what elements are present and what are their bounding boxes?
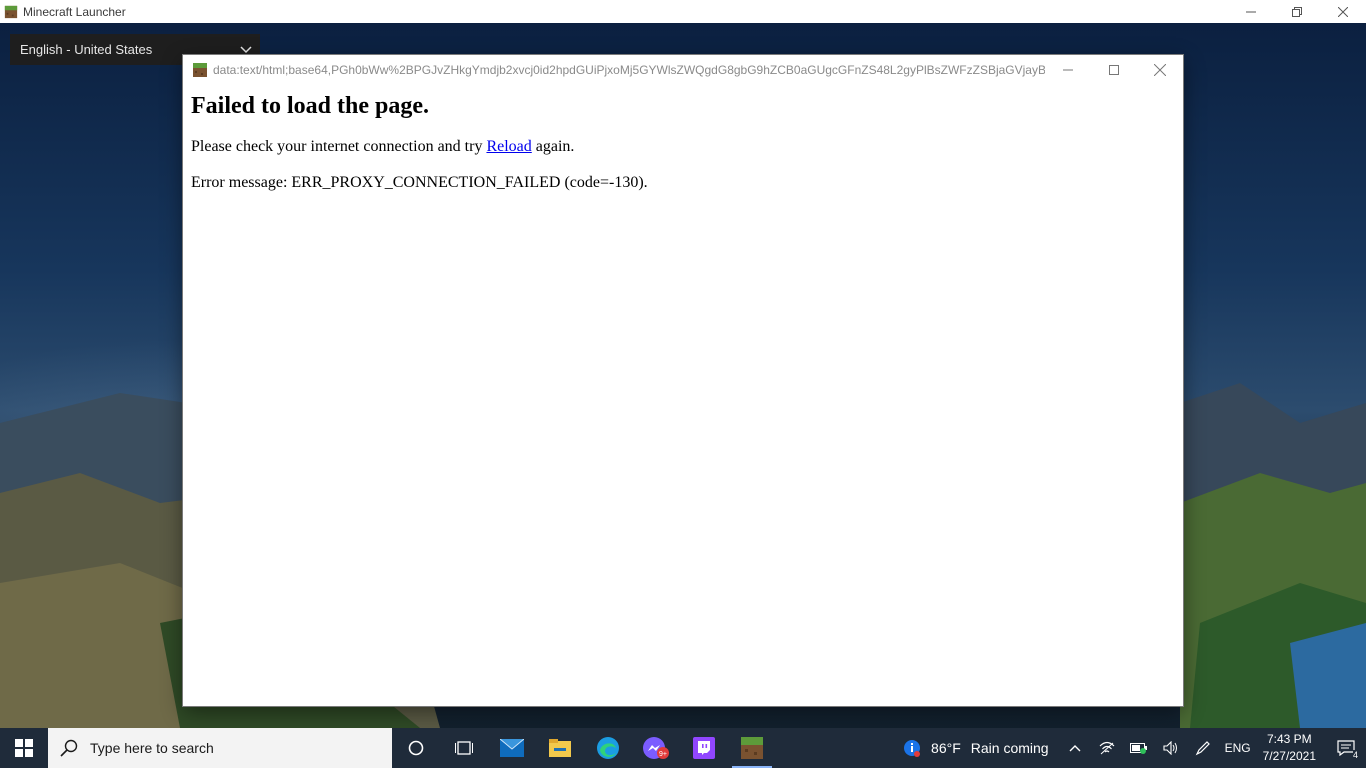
weather-condition: Rain coming bbox=[970, 740, 1049, 756]
window-title: Minecraft Launcher bbox=[23, 4, 126, 19]
pen-icon bbox=[1195, 741, 1210, 756]
clock-date: 7/27/2021 bbox=[1262, 749, 1316, 763]
twitch-button[interactable] bbox=[680, 728, 728, 768]
restore-icon bbox=[1292, 6, 1302, 17]
message-prefix: Please check your internet connection an… bbox=[191, 138, 487, 155]
messenger-badge: 9+ bbox=[659, 751, 667, 758]
twitch-icon bbox=[693, 737, 715, 759]
volume-button[interactable] bbox=[1155, 728, 1187, 768]
error-message: Error message: ERR_PROXY_CONNECTION_FAIL… bbox=[191, 174, 648, 191]
input-language-indicator[interactable]: ENG bbox=[1225, 741, 1251, 755]
action-center-button[interactable]: 4 bbox=[1326, 728, 1366, 768]
minimize-icon bbox=[1246, 11, 1256, 12]
chevron-down-icon bbox=[240, 46, 252, 54]
wifi-icon bbox=[1099, 741, 1115, 755]
messenger-button[interactable]: 9+ bbox=[632, 728, 680, 768]
battery-charging-icon bbox=[1129, 743, 1147, 754]
error-heading: Failed to load the page. bbox=[191, 93, 429, 119]
messenger-icon: 9+ bbox=[643, 737, 669, 759]
windows-logo-icon bbox=[15, 739, 33, 757]
weather-alert-icon bbox=[904, 740, 921, 757]
search-icon bbox=[60, 739, 78, 757]
taskbar-search-box[interactable]: Type here to search bbox=[48, 728, 392, 768]
connection-message: Please check your internet connection an… bbox=[191, 138, 648, 156]
weather-temperature: 86°F bbox=[931, 740, 961, 756]
edge-browser-button[interactable] bbox=[584, 728, 632, 768]
maximize-icon bbox=[1109, 64, 1119, 75]
cortana-icon bbox=[408, 740, 424, 756]
start-button[interactable] bbox=[0, 728, 48, 768]
reload-link[interactable]: Reload bbox=[486, 138, 531, 155]
clock-time: 7:43 PM bbox=[1266, 732, 1312, 746]
dialog-titlebar: data:text/html;base64,PGh0bWw%2BPGJvZHkg… bbox=[183, 55, 1183, 84]
close-button[interactable] bbox=[1320, 0, 1366, 23]
weather-widget[interactable]: 86°F Rain coming bbox=[903, 739, 1049, 757]
taskbar: Type here to search 9+ 86°F Rain coming bbox=[0, 728, 1366, 768]
minecraft-launcher-button[interactable] bbox=[728, 728, 776, 768]
mail-app-button[interactable] bbox=[488, 728, 536, 768]
network-button[interactable] bbox=[1091, 728, 1123, 768]
close-icon bbox=[1154, 63, 1166, 76]
launcher-titlebar: Minecraft Launcher bbox=[0, 0, 1366, 23]
task-view-icon bbox=[455, 741, 473, 755]
notification-count-badge: 4 bbox=[1352, 750, 1358, 760]
task-view-button[interactable] bbox=[440, 728, 488, 768]
speaker-icon bbox=[1163, 741, 1177, 755]
minecraft-grass-block-icon bbox=[4, 5, 18, 18]
file-explorer-button[interactable] bbox=[536, 728, 584, 768]
minimize-icon bbox=[1063, 69, 1073, 70]
mail-icon bbox=[500, 739, 524, 757]
pen-workspace-button[interactable] bbox=[1187, 728, 1219, 768]
file-explorer-icon bbox=[549, 739, 571, 757]
dialog-maximize-button[interactable] bbox=[1091, 55, 1137, 84]
minimize-button[interactable] bbox=[1228, 0, 1274, 23]
clock[interactable]: 7:43 PM 7/27/2021 bbox=[1263, 731, 1316, 765]
system-tray: 86°F Rain coming ENG 7:43 PM 7/27/2021 4 bbox=[903, 728, 1366, 768]
error-dialog-window: data:text/html;base64,PGh0bWw%2BPGJvZHkg… bbox=[183, 55, 1183, 706]
dialog-close-button[interactable] bbox=[1137, 55, 1183, 84]
message-suffix: again. bbox=[531, 138, 575, 155]
minecraft-icon bbox=[741, 737, 763, 759]
dialog-url-title: data:text/html;base64,PGh0bWw%2BPGJvZHkg… bbox=[213, 62, 1045, 77]
edge-icon bbox=[597, 737, 619, 759]
error-page-content: Failed to load the page. Please check yo… bbox=[191, 93, 648, 210]
dialog-minimize-button[interactable] bbox=[1045, 55, 1091, 84]
language-select-value: English - United States bbox=[20, 42, 153, 57]
search-placeholder: Type here to search bbox=[90, 740, 214, 756]
restore-button[interactable] bbox=[1274, 0, 1320, 23]
chevron-up-icon bbox=[1069, 745, 1081, 752]
minecraft-grass-block-icon bbox=[193, 62, 207, 77]
show-hidden-icons-button[interactable] bbox=[1059, 728, 1091, 768]
cortana-button[interactable] bbox=[392, 728, 440, 768]
close-icon bbox=[1338, 6, 1348, 17]
battery-button[interactable] bbox=[1123, 728, 1155, 768]
